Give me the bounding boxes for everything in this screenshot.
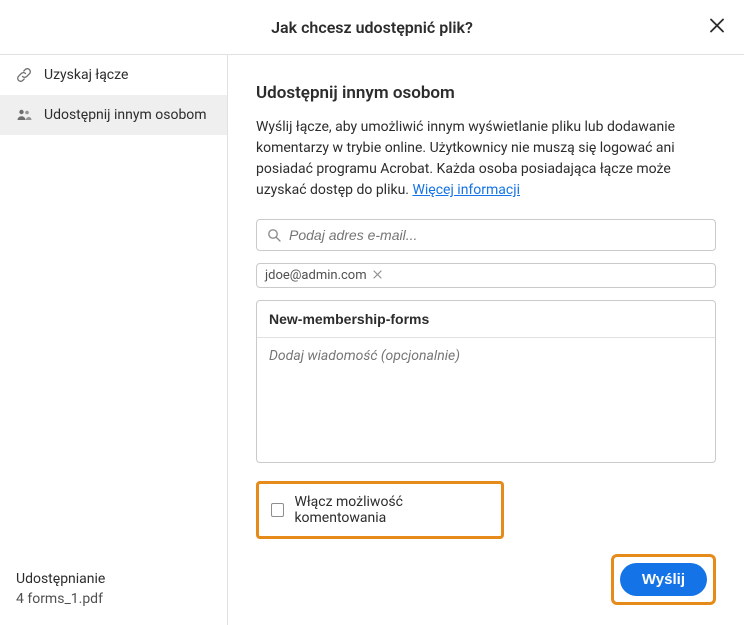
message-textarea[interactable]	[257, 338, 715, 458]
dialog-header: Jak chcesz udostępnić plik?	[0, 0, 744, 55]
sidebar-item-label: Uzyskaj łącze	[44, 67, 128, 83]
email-input[interactable]	[289, 227, 705, 243]
send-highlight: Wyślij	[611, 554, 716, 605]
recipient-email: jdoe@admin.com	[265, 268, 367, 283]
recipient-chip[interactable]: jdoe@admin.com	[256, 263, 716, 288]
main-panel: Udostępnij innym osobom Wyślij łącze, ab…	[228, 55, 744, 625]
allow-comments-row[interactable]: Włącz możliwość komentowania	[256, 481, 504, 539]
sidebar-footer: Udostępnianie 4 forms_1.pdf	[0, 557, 227, 625]
close-icon[interactable]	[710, 17, 724, 38]
allow-comments-checkbox[interactable]	[271, 503, 284, 517]
sidebar: Uzyskaj łącze Udostępnij innym osobom Ud…	[0, 55, 228, 625]
search-icon	[267, 228, 281, 242]
allow-comments-label: Włącz możliwość komentowania	[294, 494, 489, 526]
message-box	[256, 300, 716, 463]
remove-chip-icon[interactable]	[373, 268, 382, 283]
people-icon	[16, 107, 32, 123]
sidebar-item-share-others[interactable]: Udostępnij innym osobom	[0, 95, 227, 135]
share-status-label: Udostępnianie	[16, 571, 211, 587]
send-button[interactable]: Wyślij	[620, 563, 707, 596]
panel-description: Wyślij łącze, aby umożliwić innym wyświe…	[256, 117, 716, 201]
subject-input[interactable]	[257, 301, 715, 338]
dialog-title: Jak chcesz udostępnić plik?	[271, 18, 473, 37]
more-info-link[interactable]: Więcej informacji	[412, 182, 520, 198]
share-file-name: 4 forms_1.pdf	[16, 591, 211, 607]
panel-heading: Udostępnij innym osobom	[256, 83, 716, 103]
sidebar-item-label: Udostępnij innym osobom	[44, 107, 207, 123]
send-row: Wyślij	[256, 544, 716, 605]
sidebar-item-get-link[interactable]: Uzyskaj łącze	[0, 55, 227, 95]
email-input-wrapper[interactable]	[256, 219, 716, 251]
link-icon	[16, 67, 32, 83]
